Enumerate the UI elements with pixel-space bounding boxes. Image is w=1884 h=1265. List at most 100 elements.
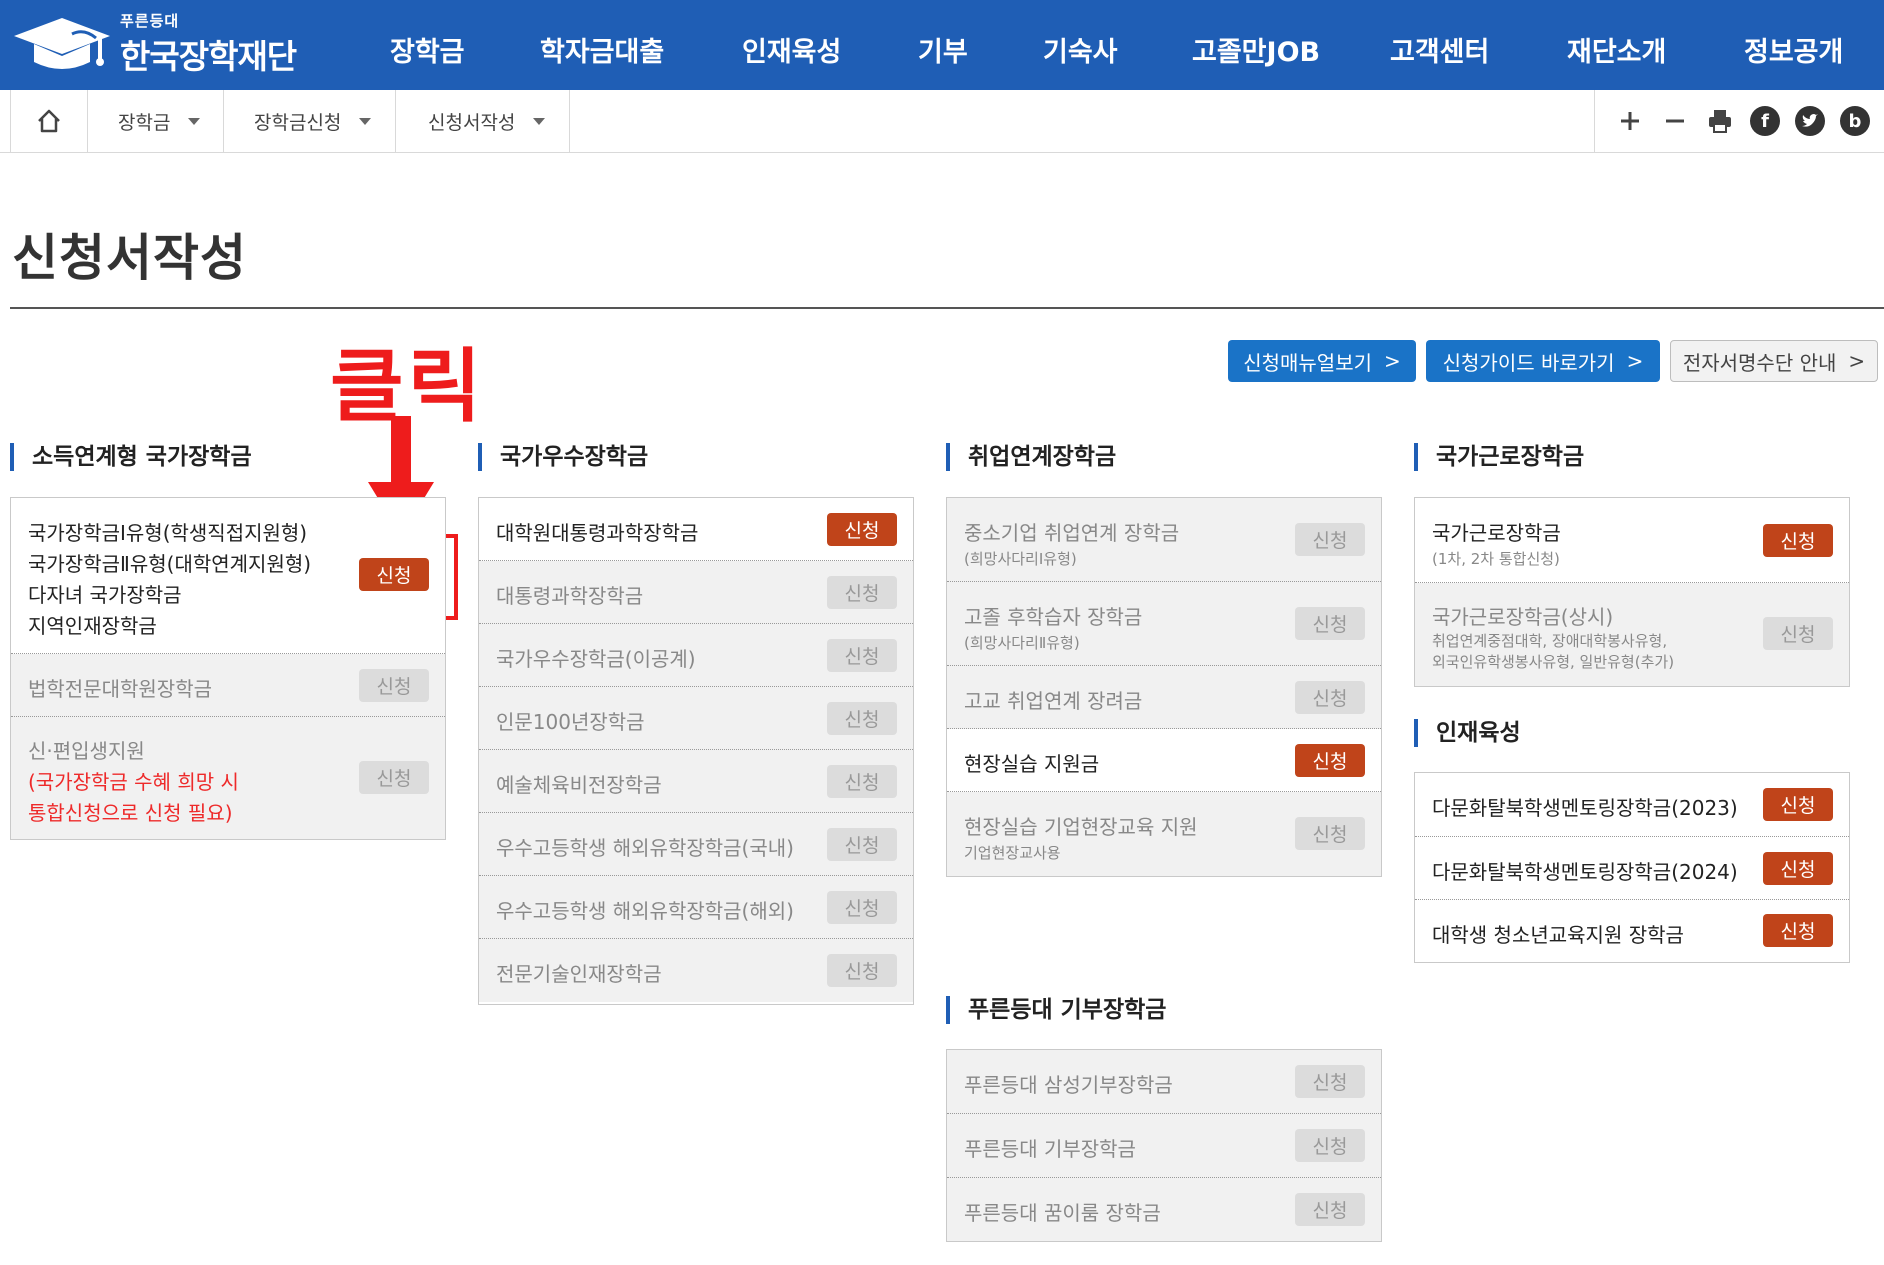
list-item: 우수고등학생 해외유학장학금(해외) 신청	[479, 876, 913, 939]
guide-button[interactable]: 신청가이드 바로가기 >	[1426, 340, 1660, 382]
apply-button-disabled[interactable]: 신청	[827, 639, 897, 672]
apply-button-disabled[interactable]: 신청	[827, 702, 897, 735]
apply-button-disabled[interactable]: 신청	[1295, 681, 1365, 714]
apply-button[interactable]: 신청	[1763, 524, 1833, 557]
apply-button-disabled[interactable]: 신청	[827, 954, 897, 987]
menu-donation[interactable]: 기부	[918, 30, 968, 69]
list-item: 대통령과학장학금 신청	[479, 561, 913, 624]
row-label: 지역인재장학금	[28, 614, 157, 638]
list-item: 푸른등대 삼성기부장학금 신청	[947, 1050, 1381, 1114]
breadcrumb-apply[interactable]: 장학금신청	[224, 90, 396, 152]
menu-customer-center[interactable]: 고객센터	[1390, 30, 1489, 69]
menu-disclosure[interactable]: 정보공개	[1744, 30, 1843, 69]
apply-button-disabled[interactable]: 신청	[359, 669, 429, 702]
section-title-donation: 푸른등대 기부장학금	[946, 996, 1166, 1024]
list-item: 중소기업 취업연계 장학금 (희망사다리Ⅰ유형) 신청	[947, 498, 1381, 582]
menu-about[interactable]: 재단소개	[1567, 30, 1666, 69]
section-title-excellence: 국가우수장학금	[478, 443, 648, 471]
row-label: 국가장학금Ⅱ유형(대학연계지원형)	[28, 552, 312, 576]
breadcrumb: 장학금 장학금신청 신청서작성 f b	[0, 90, 1884, 153]
facebook-icon: f	[1750, 106, 1780, 136]
row-label: 푸른등대 삼성기부장학금	[964, 1073, 1173, 1097]
zoom-in-button[interactable]	[1615, 106, 1645, 136]
twitter-button[interactable]	[1795, 106, 1825, 136]
apply-button-disabled[interactable]: 신청	[827, 765, 897, 798]
row-sublabel: (1차, 2차 통합신청)	[1432, 550, 1560, 568]
row-label: 다문화탈북학생멘토링장학금(2023)	[1432, 796, 1738, 820]
print-button[interactable]	[1705, 106, 1735, 136]
row-label: 다문화탈북학생멘토링장학금(2024)	[1432, 860, 1738, 884]
list-item: 푸른등대 기부장학금 신청	[947, 1114, 1381, 1178]
row-label: 법학전문대학원장학금	[28, 677, 212, 701]
apply-button[interactable]: 신청	[827, 513, 897, 546]
row-sublabel: (희망사다리Ⅰ유형)	[964, 550, 1077, 568]
section-title-work-study: 국가근로장학금	[1414, 443, 1584, 471]
logo-subtitle: 푸른등대	[120, 12, 180, 30]
panel-work-study: 국가근로장학금 (1차, 2차 통합신청) 신청 국가근로장학금(상시) 취업연…	[1414, 497, 1850, 687]
row-label: 대학원대통령과학장학금	[496, 521, 699, 545]
row-label: 푸른등대 기부장학금	[964, 1137, 1136, 1161]
row-sublabel: 취업연계중점대학, 장애대학봉사유형,	[1432, 632, 1668, 650]
apply-button[interactable]: 신청	[1763, 788, 1833, 821]
menu-highschool-job[interactable]: 고졸만JOB	[1192, 30, 1320, 69]
top-navigation: 푸른등대 한국장학재단 장학금 학자금대출 인재육성 기부 기숙사 고졸만JOB…	[0, 0, 1884, 90]
twitter-icon	[1795, 106, 1825, 136]
page-title: 신청서작성	[12, 229, 247, 287]
caret-down-icon	[188, 117, 201, 125]
apply-button-disabled[interactable]: 신청	[1295, 523, 1365, 556]
apply-button-disabled[interactable]: 신청	[827, 828, 897, 861]
apply-button-disabled[interactable]: 신청	[1763, 617, 1833, 650]
row-label: 국가장학금Ⅰ유형(학생직접지원형)	[28, 521, 308, 545]
breadcrumb-write-application[interactable]: 신청서작성	[396, 90, 570, 152]
row-label: 국가근로장학금(상시)	[1432, 605, 1614, 629]
e-signature-button[interactable]: 전자서명수단 안내 >	[1670, 340, 1878, 382]
row-sublabel: 외국인유학생봉사유형, 일반유형(추가)	[1432, 653, 1675, 671]
apply-button-national-scholarship[interactable]: 신청	[359, 558, 429, 591]
list-item: 다문화탈북학생멘토링장학금(2023) 신청	[1415, 773, 1849, 837]
row-label: 중소기업 취업연계 장학금	[964, 521, 1180, 545]
list-item: 현장실습 기업현장교육 지원 기업현장교사용 신청	[947, 792, 1381, 876]
facebook-button[interactable]: f	[1750, 106, 1780, 136]
apply-button-disabled[interactable]: 신청	[827, 891, 897, 924]
list-item: 인문100년장학금 신청	[479, 687, 913, 750]
blog-button[interactable]: b	[1840, 106, 1870, 136]
apply-button-disabled[interactable]: 신청	[1295, 1065, 1365, 1098]
apply-button-disabled[interactable]: 신청	[1295, 817, 1365, 850]
apply-button[interactable]: 신청	[1763, 852, 1833, 885]
list-item: 다문화탈북학생멘토링장학금(2024) 신청	[1415, 837, 1849, 900]
row-label: 고졸 후학습자 장학금	[964, 605, 1143, 629]
menu-scholarship[interactable]: 장학금	[390, 30, 465, 69]
list-item: 현장실습 지원금 신청	[947, 729, 1381, 792]
kosaf-logo[interactable]: 푸른등대 한국장학재단	[10, 8, 320, 84]
list-item: 법학전문대학원장학금 신청	[11, 654, 445, 717]
zoom-out-icon	[1666, 119, 1684, 123]
apply-button-disabled[interactable]: 신청	[359, 761, 429, 794]
manual-button[interactable]: 신청매뉴얼보기 >	[1228, 340, 1416, 382]
section-title-talent: 인재육성	[1414, 719, 1521, 747]
menu-dormitory[interactable]: 기숙사	[1043, 30, 1118, 69]
row-label: 인문100년장학금	[496, 710, 645, 734]
breadcrumb-label: 장학금신청	[254, 111, 342, 134]
row-label: 신·편입생지원	[28, 739, 145, 763]
title-divider	[10, 307, 1884, 309]
panel-excellence: 대학원대통령과학장학금 신청 대통령과학장학금 신청 국가우수장학금(이공계) …	[478, 497, 914, 1005]
list-item: 고교 취업연계 장려금 신청	[947, 666, 1381, 729]
row-label: 예술체육비전장학금	[496, 773, 662, 797]
apply-button-disabled[interactable]: 신청	[827, 576, 897, 609]
home-button[interactable]	[10, 90, 88, 152]
row-label: 고교 취업연계 장려금	[964, 689, 1143, 713]
apply-button-disabled[interactable]: 신청	[1295, 607, 1365, 640]
menu-student-loan[interactable]: 학자금대출	[540, 30, 664, 69]
row-note: 통합신청으로 신청 필요)	[28, 801, 233, 825]
apply-button[interactable]: 신청	[1295, 744, 1365, 777]
apply-button[interactable]: 신청	[1763, 914, 1833, 947]
apply-button-disabled[interactable]: 신청	[1295, 1193, 1365, 1226]
breadcrumb-label: 신청서작성	[428, 111, 516, 134]
list-item: 전문기술인재장학금 신청	[479, 939, 913, 1002]
zoom-out-button[interactable]	[1660, 106, 1690, 136]
menu-talent-development[interactable]: 인재육성	[742, 30, 841, 69]
list-item: 신·편입생지원 (국가장학금 수혜 희망 시 통합신청으로 신청 필요) 신청	[11, 717, 445, 839]
divider	[1594, 90, 1595, 152]
breadcrumb-scholarship[interactable]: 장학금	[88, 90, 224, 152]
apply-button-disabled[interactable]: 신청	[1295, 1129, 1365, 1162]
